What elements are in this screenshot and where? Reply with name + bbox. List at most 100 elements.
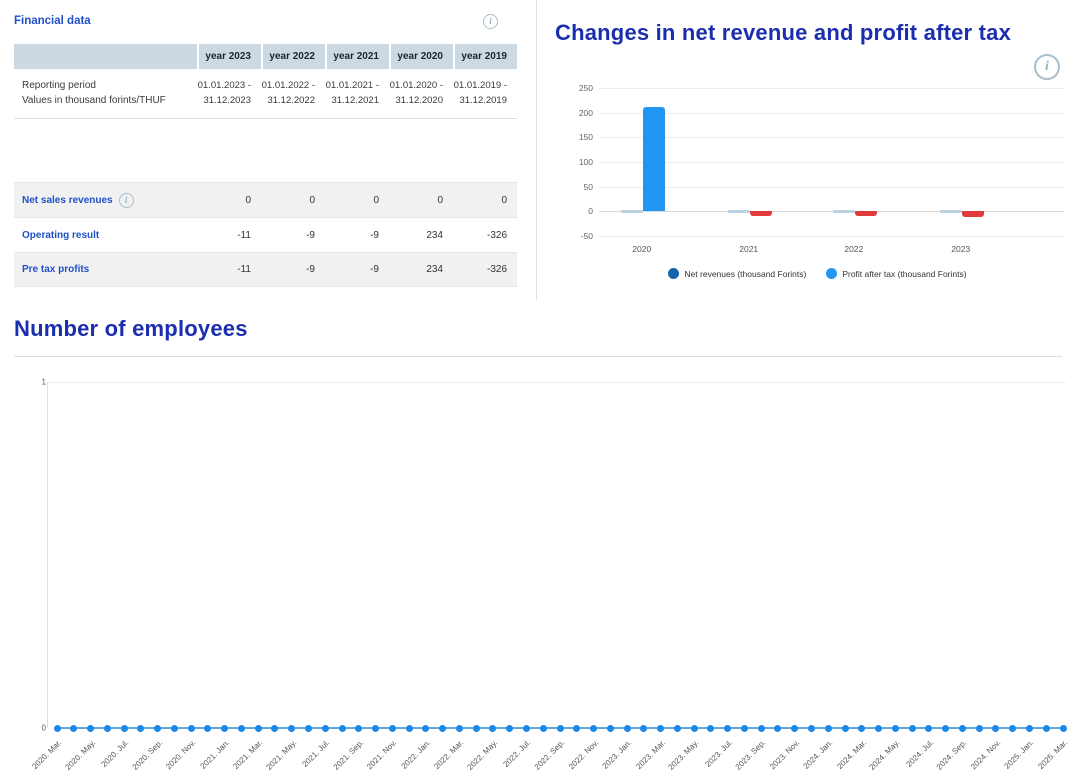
employee-data-point[interactable] bbox=[892, 725, 899, 732]
employee-data-point[interactable] bbox=[137, 725, 144, 732]
period-end: 31.12.2019 bbox=[453, 93, 507, 108]
row-label-text: Pre tax profits bbox=[22, 264, 89, 275]
y-axis-tick-label: 200 bbox=[563, 108, 593, 118]
employee-data-point[interactable] bbox=[640, 725, 647, 732]
profit-after-tax-bar[interactable] bbox=[855, 211, 877, 215]
employee-data-point[interactable] bbox=[305, 725, 312, 732]
period-end: 31.12.2023 bbox=[197, 93, 251, 108]
y-axis-tick-label: 50 bbox=[563, 182, 593, 192]
financial-data-info-icon[interactable]: i bbox=[483, 14, 498, 29]
employee-data-point[interactable] bbox=[573, 725, 580, 732]
legend-item-profit-after-tax: Profit after tax (thousand Forints) bbox=[826, 268, 966, 279]
employee-data-point[interactable] bbox=[657, 725, 664, 732]
employee-data-point[interactable] bbox=[54, 725, 61, 732]
employee-data-point[interactable] bbox=[540, 725, 547, 732]
x-axis-year-label: 2022 bbox=[832, 244, 876, 254]
period-start: 01.01.2021 - bbox=[325, 78, 379, 93]
employee-data-point[interactable] bbox=[255, 725, 262, 732]
employee-data-point[interactable] bbox=[204, 725, 211, 732]
employee-data-point[interactable] bbox=[87, 725, 94, 732]
employee-data-point[interactable] bbox=[691, 725, 698, 732]
header-year-column: year 2021 bbox=[325, 44, 389, 69]
table-cell-value: -326 bbox=[453, 230, 517, 241]
employee-data-point[interactable] bbox=[154, 725, 161, 732]
employee-data-point[interactable] bbox=[121, 725, 128, 732]
financial-data-title: Financial data bbox=[14, 15, 91, 27]
net-revenues-bar[interactable] bbox=[940, 210, 962, 213]
y-axis-tick-label: 100 bbox=[563, 157, 593, 167]
employee-data-point[interactable] bbox=[339, 725, 346, 732]
employees-top-gridline bbox=[47, 382, 1066, 383]
legend-item-net-revenues: Net revenues (thousand Forints) bbox=[668, 268, 806, 279]
header-year-column: year 2023 bbox=[197, 44, 261, 69]
employee-data-point[interactable] bbox=[221, 725, 228, 732]
employees-chart-title: Number of employees bbox=[14, 316, 1066, 342]
employee-data-point[interactable] bbox=[473, 725, 480, 732]
employee-data-point[interactable] bbox=[506, 725, 513, 732]
employee-data-point[interactable] bbox=[489, 725, 496, 732]
employee-data-point[interactable] bbox=[724, 725, 731, 732]
net-revenues-bar[interactable] bbox=[621, 210, 643, 213]
employee-data-point[interactable] bbox=[523, 725, 530, 732]
financial-data-header: Financial data i bbox=[14, 10, 520, 32]
employee-data-point[interactable] bbox=[976, 725, 983, 732]
employee-data-point[interactable] bbox=[557, 725, 564, 732]
net-revenues-bar[interactable] bbox=[833, 210, 855, 213]
employee-data-point[interactable] bbox=[1060, 725, 1067, 732]
employee-data-point[interactable] bbox=[825, 725, 832, 732]
employee-data-point[interactable] bbox=[842, 725, 849, 732]
employee-data-point[interactable] bbox=[422, 725, 429, 732]
employee-data-point[interactable] bbox=[188, 725, 195, 732]
employee-data-point[interactable] bbox=[959, 725, 966, 732]
employee-data-point[interactable] bbox=[171, 725, 178, 732]
employee-data-point[interactable] bbox=[355, 725, 362, 732]
employee-data-point[interactable] bbox=[707, 725, 714, 732]
employee-data-point[interactable] bbox=[741, 725, 748, 732]
employee-data-point[interactable] bbox=[758, 725, 765, 732]
employee-data-point[interactable] bbox=[271, 725, 278, 732]
employee-data-point[interactable] bbox=[456, 725, 463, 732]
employee-data-point[interactable] bbox=[674, 725, 681, 732]
employee-data-point[interactable] bbox=[791, 725, 798, 732]
employee-data-point[interactable] bbox=[1026, 725, 1033, 732]
profit-after-tax-bar[interactable] bbox=[643, 107, 665, 212]
employee-data-point[interactable] bbox=[406, 725, 413, 732]
employee-data-point[interactable] bbox=[774, 725, 781, 732]
employee-data-point[interactable] bbox=[70, 725, 77, 732]
employee-data-point[interactable] bbox=[372, 725, 379, 732]
employee-data-point[interactable] bbox=[808, 725, 815, 732]
reporting-period-line1: Reporting period bbox=[22, 78, 197, 93]
profit-after-tax-bar[interactable] bbox=[750, 211, 772, 215]
employee-data-point[interactable] bbox=[389, 725, 396, 732]
employee-data-point[interactable] bbox=[322, 725, 329, 732]
revenue-chart-info-icon[interactable]: i bbox=[1034, 54, 1060, 80]
employee-data-point[interactable] bbox=[1009, 725, 1016, 732]
row-label-text: Net sales revenues bbox=[22, 195, 113, 206]
employee-data-point[interactable] bbox=[858, 725, 865, 732]
financial-table: year 2023year 2022year 2021year 2020year… bbox=[14, 44, 517, 287]
table-cell-value: -9 bbox=[261, 230, 325, 241]
employee-data-point[interactable] bbox=[942, 725, 949, 732]
table-spacer bbox=[14, 119, 517, 182]
profit-after-tax-bar[interactable] bbox=[962, 211, 984, 216]
employee-data-point[interactable] bbox=[288, 725, 295, 732]
y-gridline bbox=[599, 211, 1064, 212]
employee-data-point[interactable] bbox=[624, 725, 631, 732]
employee-data-point[interactable] bbox=[925, 725, 932, 732]
profit-after-tax-legend-dot bbox=[826, 268, 837, 279]
y-axis-tick-label: 150 bbox=[563, 132, 593, 142]
employee-data-point[interactable] bbox=[992, 725, 999, 732]
employee-data-point[interactable] bbox=[104, 725, 111, 732]
net-revenues-bar[interactable] bbox=[728, 210, 750, 213]
employee-data-point[interactable] bbox=[1043, 725, 1050, 732]
row-info-icon[interactable]: i bbox=[119, 193, 134, 208]
x-axis-year-label: 2020 bbox=[620, 244, 664, 254]
header-year-column: year 2022 bbox=[261, 44, 325, 69]
employee-data-point[interactable] bbox=[590, 725, 597, 732]
employee-data-point[interactable] bbox=[238, 725, 245, 732]
employee-data-point[interactable] bbox=[875, 725, 882, 732]
employee-data-point[interactable] bbox=[439, 725, 446, 732]
period-end: 31.12.2022 bbox=[261, 93, 315, 108]
employee-data-point[interactable] bbox=[607, 725, 614, 732]
employee-data-point[interactable] bbox=[909, 725, 916, 732]
